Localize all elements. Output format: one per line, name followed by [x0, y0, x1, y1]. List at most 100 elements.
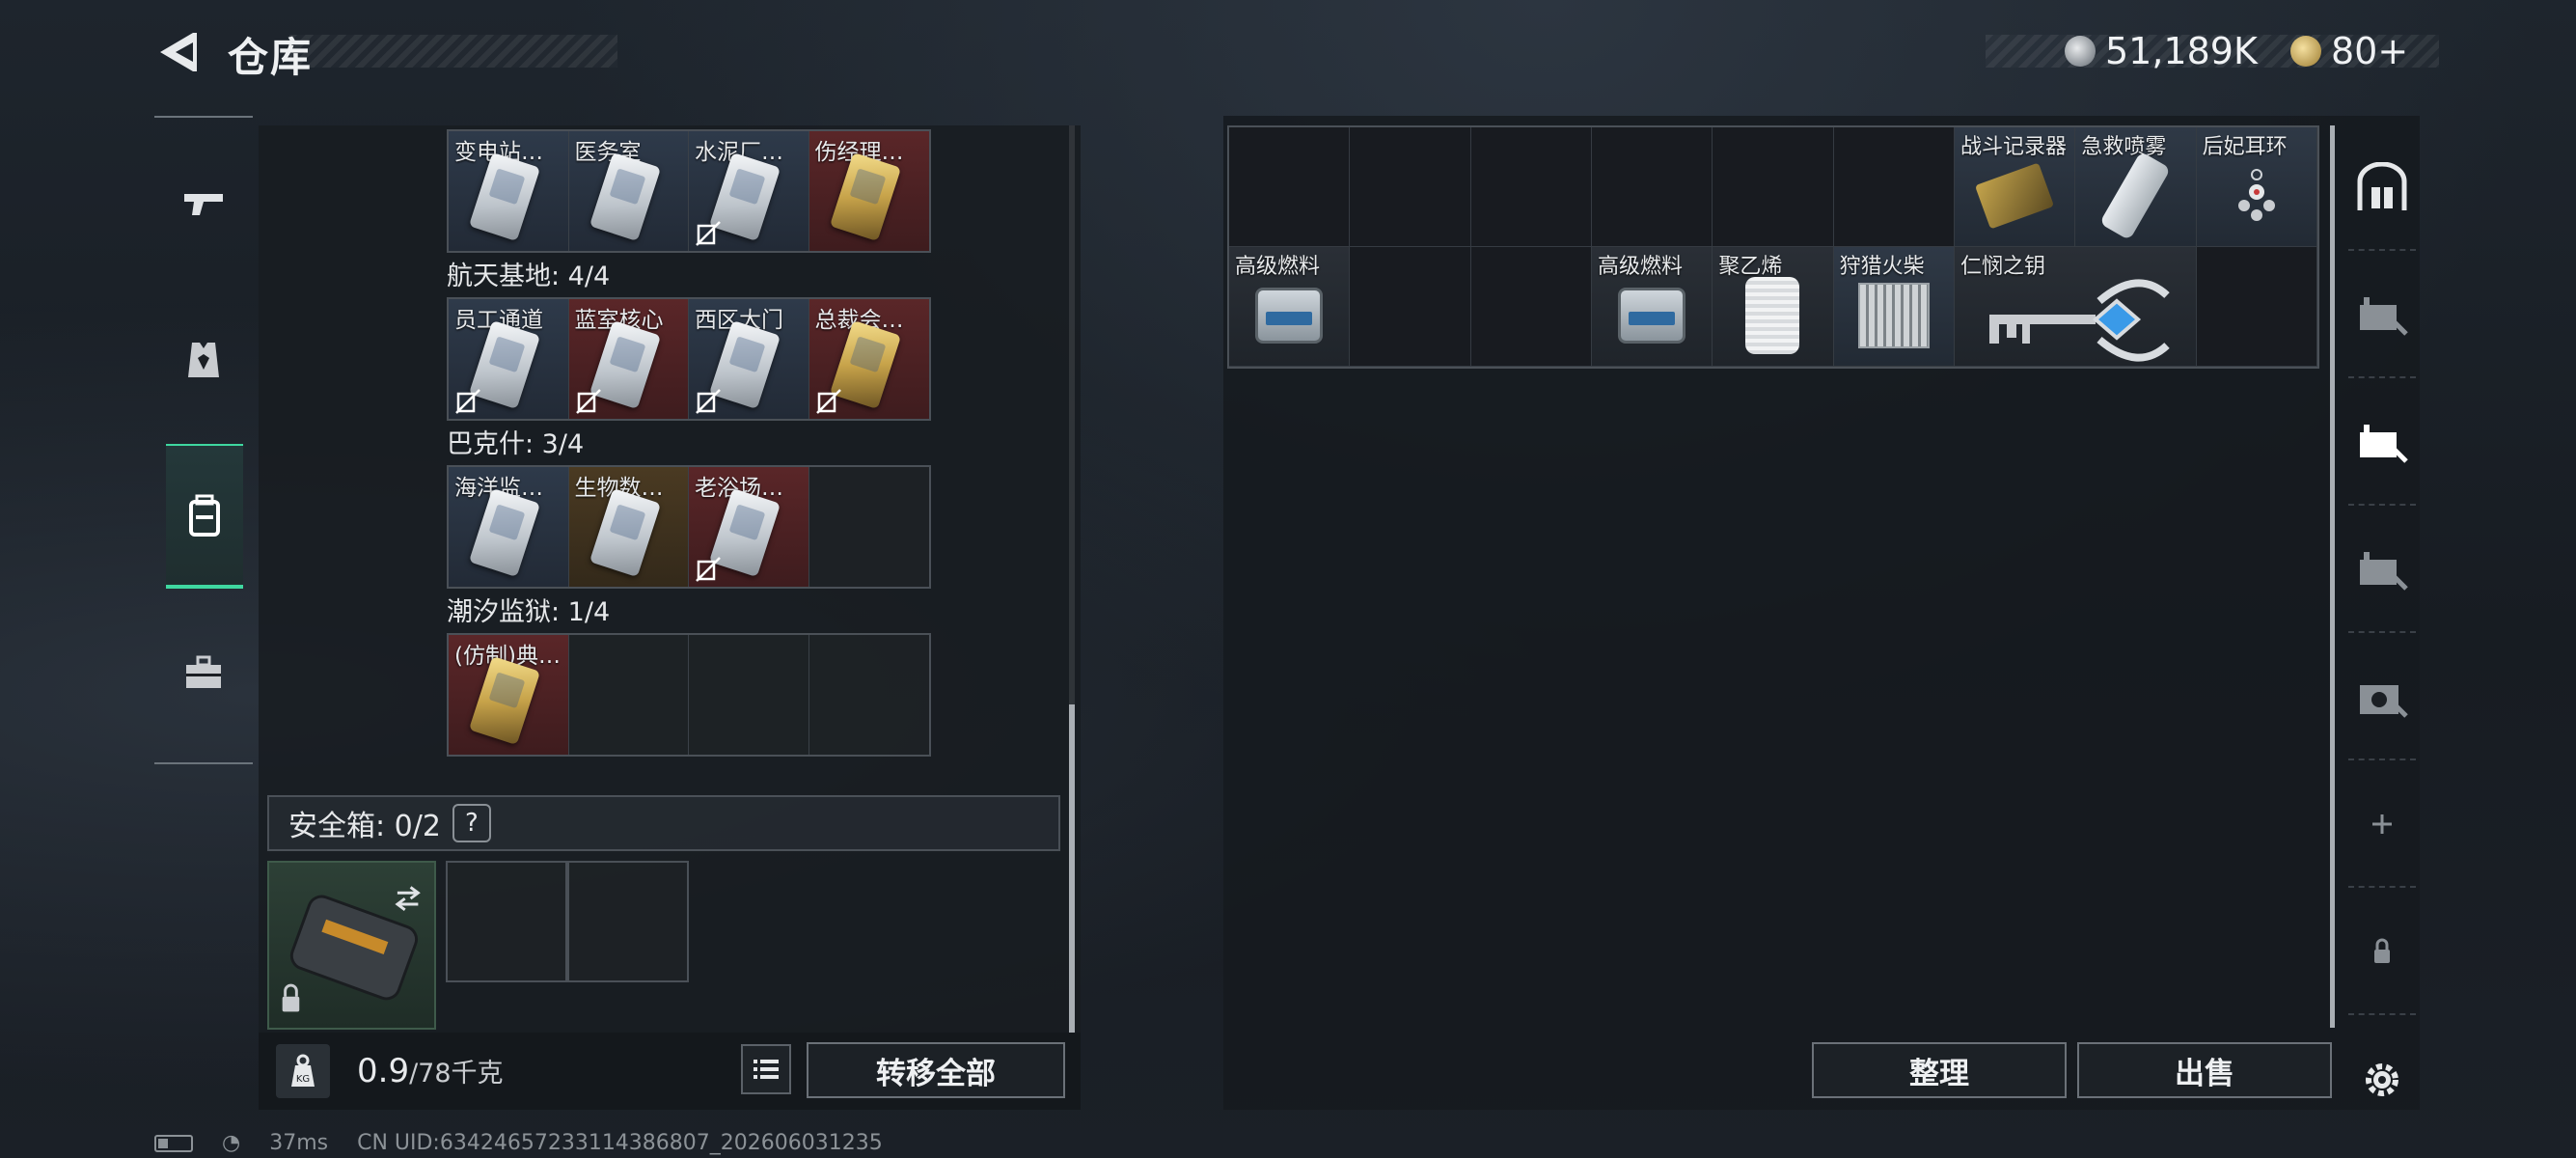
stash-tab-3[interactable] [2348, 508, 2416, 633]
safebox-slot[interactable] [446, 861, 567, 982]
keycard-slot[interactable]: 蓝室核心 [568, 299, 689, 419]
keycard-grid-group3: 海洋监测厅 生物数据… 老浴场贵… [447, 465, 931, 589]
card-disabled-icon [455, 389, 480, 414]
stash-box-icon [2360, 425, 2408, 463]
stash-item-empress-earring[interactable]: 后妃耳环 [2196, 127, 2317, 247]
item-label: 战斗记录器 [1960, 135, 2068, 159]
stash-item-premium-fuel[interactable]: 高级燃料 [1229, 247, 1351, 367]
add-stash-tab-button[interactable] [2348, 762, 2416, 888]
system-status-bar: ◔ 37ms CN UID:634246572331143868​07_2026… [154, 1131, 883, 1155]
arrange-button[interactable]: 整理 [1812, 1042, 2067, 1098]
fuel-can-image [1255, 288, 1324, 345]
weight-readout: 0.9/78千克 [357, 1052, 504, 1090]
gold-amount: 80+ [2331, 30, 2409, 72]
user-uid: CN UID:634246572331143868​07_20260603123… [357, 1131, 883, 1155]
stash-item-mercy-key[interactable]: 仁悯之钥 [1955, 247, 2197, 367]
stash-scrollbar[interactable] [2330, 125, 2335, 1028]
backpack-icon [189, 494, 220, 537]
safebox-header: 安全箱: 0/2 ? [267, 795, 1060, 851]
settings-button[interactable] [2348, 1017, 2416, 1143]
spray-image [2099, 152, 2172, 241]
item-label: 高级燃料 [1235, 255, 1321, 279]
transfer-all-button[interactable]: 转移全部 [807, 1042, 1065, 1098]
keycard-slot[interactable]: 西区大门 [689, 299, 809, 419]
stash-slot-empty[interactable] [1470, 247, 1592, 367]
lock-icon [2374, 938, 2390, 963]
weight-capacity: /78千克 [409, 1059, 504, 1089]
item-label: 后妃耳环 [2202, 135, 2288, 159]
stash-slot-empty[interactable] [1833, 127, 1955, 247]
keycard-grid-group1: 变电站宿舍 医务室 水泥厂办… 伤经理室东 [447, 129, 931, 253]
item-label: 急救喷雾 [2081, 135, 2167, 159]
backpack-scrollbar-thumb[interactable] [1069, 704, 1075, 1033]
stash-tab-2[interactable] [2348, 380, 2416, 506]
nav-equipment[interactable] [154, 288, 253, 432]
item-label: 狩猎火柴 [1839, 255, 1925, 279]
stash-slot-empty[interactable] [1592, 127, 1713, 247]
svg-text:KG: KG [296, 1074, 310, 1085]
spool-image [1745, 277, 1800, 355]
stash-slot-empty[interactable] [2196, 247, 2317, 367]
keycard-slot-empty [808, 467, 929, 587]
nav-backpack[interactable] [166, 444, 243, 589]
stash-tab-1[interactable] [2348, 253, 2416, 378]
currency-gold[interactable]: 80+ [2290, 29, 2408, 73]
keycard-slot[interactable]: (仿制)典… [449, 635, 569, 755]
stash-box-icon [2360, 297, 2408, 336]
matches-image [1857, 283, 1930, 349]
keycard-slot[interactable]: 老浴场贵… [689, 467, 809, 587]
keycard-slot[interactable]: 海洋监测厅 [449, 467, 569, 587]
keycard-slot[interactable]: 总裁会客厅 [808, 299, 929, 419]
stash-slot-empty[interactable] [1470, 127, 1592, 247]
keycard-slot[interactable]: 生物数据… [568, 467, 689, 587]
safebox-container[interactable] [267, 861, 436, 1030]
keycard-slot-empty [568, 635, 689, 755]
back-button[interactable] [154, 29, 199, 75]
ping-readout: 37ms [269, 1131, 329, 1155]
stash-item-first-aid-spray[interactable]: 急救喷雾 [2075, 127, 2197, 247]
stash-item-combat-recorder[interactable]: 战斗记录器 [1955, 127, 2076, 247]
stash-item-hunting-matches[interactable]: 狩猎火柴 [1833, 247, 1955, 367]
page-title: 仓库 [228, 34, 314, 81]
card-disabled-icon [815, 389, 841, 414]
card-disabled-icon [696, 389, 721, 414]
nav-weapons[interactable] [154, 131, 253, 276]
keycard-slot[interactable]: 水泥厂办… [689, 131, 809, 251]
stash-slot-empty[interactable] [1229, 127, 1351, 247]
stash-slot-empty[interactable] [1350, 247, 1471, 367]
sell-button[interactable]: 出售 [2077, 1042, 2332, 1098]
battery-icon [154, 1134, 193, 1152]
safebox-slot[interactable] [567, 861, 689, 982]
keycard-slot[interactable]: 医务室 [568, 131, 689, 251]
safebox-help-button[interactable]: ? [452, 804, 491, 842]
stash-grid: 战斗记录器 急救喷雾 后妃耳环 高级燃料 高级燃料 聚乙烯 狩猎火柴 仁悯之钥 [1227, 125, 2319, 369]
key-image [1989, 279, 2170, 362]
toolbox-icon [186, 655, 221, 688]
nav-toolbox[interactable] [154, 600, 253, 745]
stash-tab-vip[interactable] [2348, 635, 2416, 760]
keycard-slot[interactable]: 员工通道 [449, 299, 569, 419]
keycard-slot-empty [808, 635, 929, 755]
keycard-slot[interactable]: 伤经理室东 [808, 131, 929, 251]
section-title-aerospace: 航天基地: 4/4 [447, 262, 611, 291]
wifi-icon: ◔ [222, 1131, 241, 1155]
stash-slot-empty[interactable] [1350, 127, 1471, 247]
keycard-slot[interactable]: 变电站宿舍 [449, 131, 569, 251]
stash-item-polyethylene[interactable]: 聚乙烯 [1713, 247, 1834, 367]
gear-icon [2366, 1063, 2398, 1096]
plus-icon [2372, 814, 2392, 834]
section-title-bakesh: 巴克什: 3/4 [447, 429, 585, 459]
list-view-button[interactable] [741, 1044, 791, 1094]
item-label: 聚乙烯 [1718, 255, 1783, 279]
card-disabled-icon [696, 557, 721, 582]
silver-coin-icon [2065, 36, 2096, 67]
stash-tab-overview[interactable] [2348, 125, 2416, 251]
safebox-case-icon [282, 886, 421, 1012]
category-nav [154, 116, 253, 764]
stash-item-premium-fuel[interactable]: 高级燃料 [1592, 247, 1713, 367]
stash-slot-empty[interactable] [1713, 127, 1834, 247]
stash-lock-button[interactable] [2348, 890, 2416, 1015]
stash-overview-icon [2357, 162, 2407, 210]
recorder-image [1975, 162, 2055, 230]
currency-silver: 51,189K [2065, 29, 2258, 73]
